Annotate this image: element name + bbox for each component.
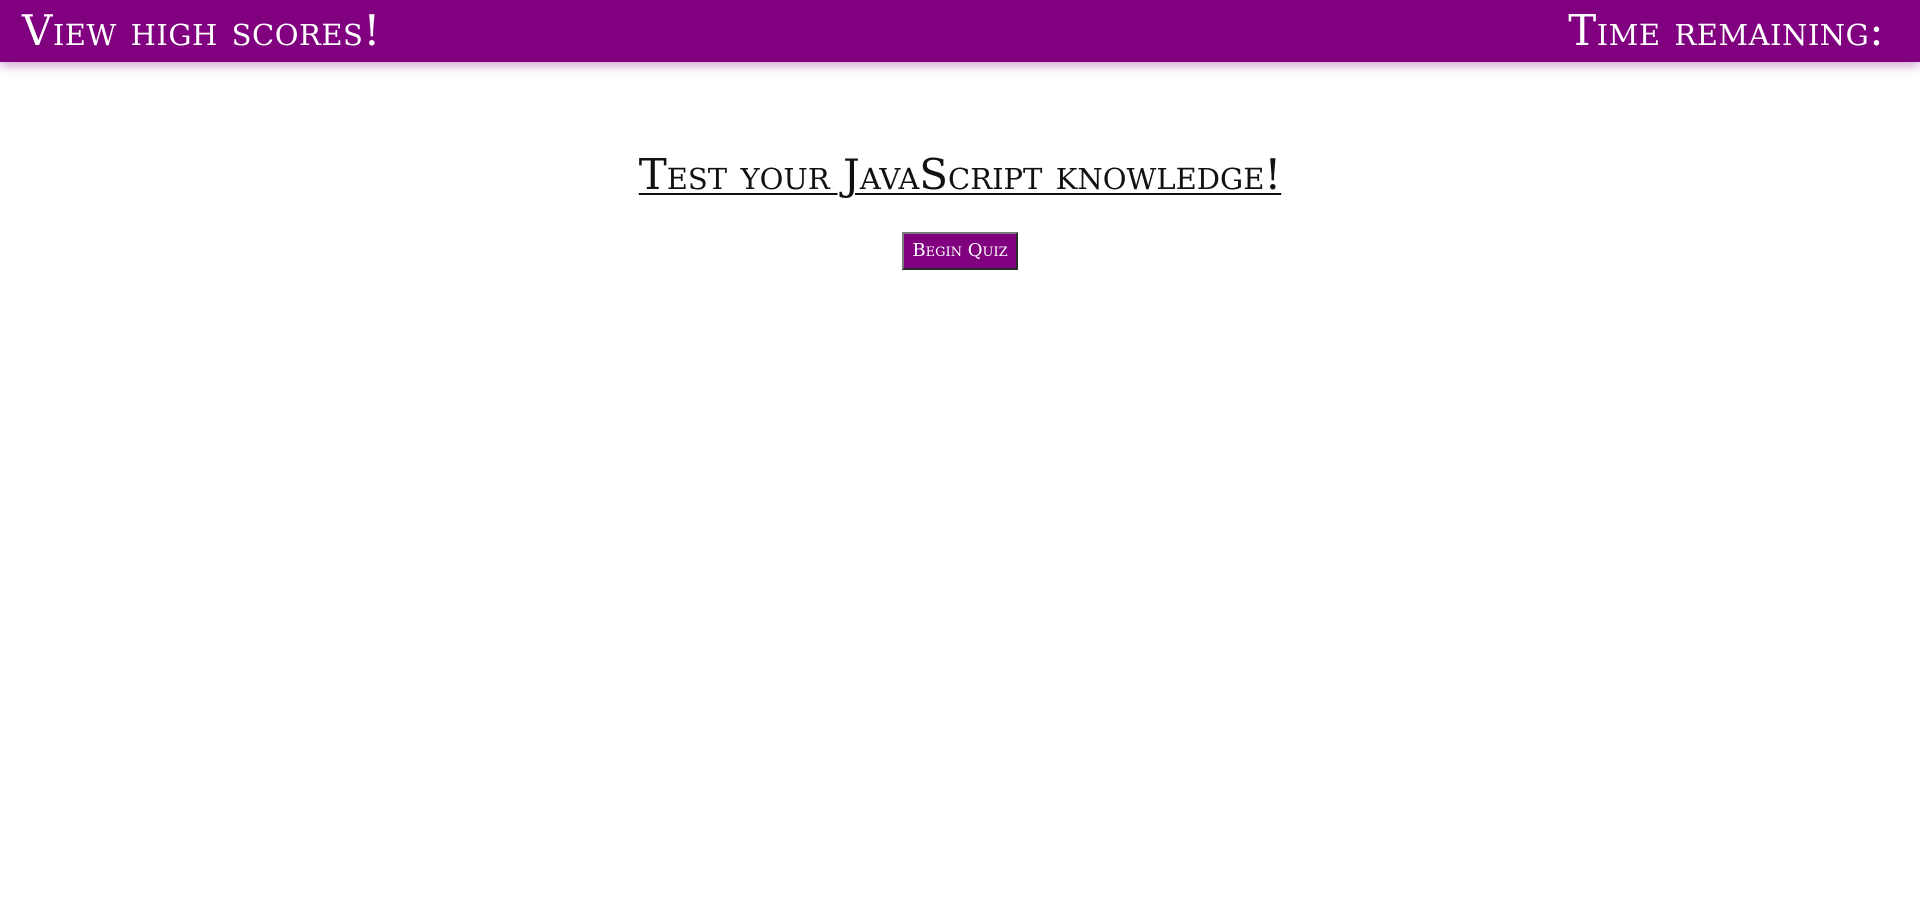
time-remaining-label: Time remaining: bbox=[1568, 6, 1884, 55]
quiz-start-panel: Test your JavaScript knowledge! Begin Qu… bbox=[0, 62, 1920, 270]
begin-quiz-button[interactable]: Begin Quiz bbox=[902, 232, 1018, 270]
page-title: Test your JavaScript knowledge! bbox=[638, 150, 1282, 199]
top-bar: View high scores! Time remaining: bbox=[0, 0, 1920, 62]
view-high-scores-link[interactable]: View high scores! bbox=[22, 10, 381, 52]
